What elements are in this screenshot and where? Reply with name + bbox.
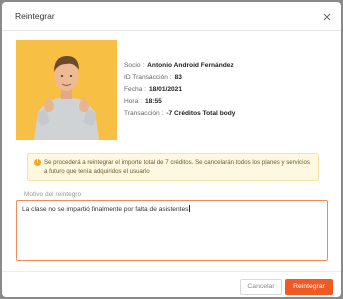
detail-label: Hora : [124,98,142,105]
detail-label: Socio : [124,62,145,69]
modal-footer: Cancelar Reintegrar [2,271,341,297]
detail-label: Fecha : [124,86,146,93]
detail-value: -7 Créditos Total body [166,110,236,117]
reason-label: Motivo del reintegro [24,191,82,198]
detail-row-id: ID Transacción :83 [124,72,235,84]
transaction-details: Socio : Antonio Android Fernández ID Tran… [124,60,235,120]
text-caret [189,205,191,212]
detail-row-socio: Socio : Antonio Android Fernández [124,60,235,72]
detail-value: Antonio Android Fernández [147,62,234,69]
detail-row-hora: Hora :18:55 [124,96,235,108]
close-icon[interactable] [322,9,332,21]
member-photo [16,40,117,140]
exclamation-icon: ! [34,159,41,166]
reason-textarea[interactable]: La clase no se impartió finalmente por f… [16,200,328,261]
reason-text: La clase no se impartió finalmente por f… [22,206,189,213]
modal-header: Reintegrar [2,2,341,31]
detail-label: ID Transacción : [124,74,172,81]
alert-text: Se procederá a reintegrar el importe tot… [44,159,310,175]
warning-alert: ! Se procederá a reintegrar el importe t… [27,153,319,181]
cancel-button[interactable]: Cancelar [240,279,282,295]
detail-row-transaccion: Transacción : -7 Créditos Total body [124,108,235,120]
detail-value: 83 [174,74,182,81]
detail-value: 18/01/2021 [149,86,183,93]
detail-row-fecha: Fecha :18/01/2021 [124,84,235,96]
refund-button[interactable]: Reintegrar [285,279,333,295]
detail-label: Transacción : [124,110,164,117]
modal-title: Reintegrar [15,11,55,21]
detail-value: 18:55 [144,98,162,105]
refund-modal: Reintegrar Socio: Antonio Android Ferná… [2,2,341,297]
